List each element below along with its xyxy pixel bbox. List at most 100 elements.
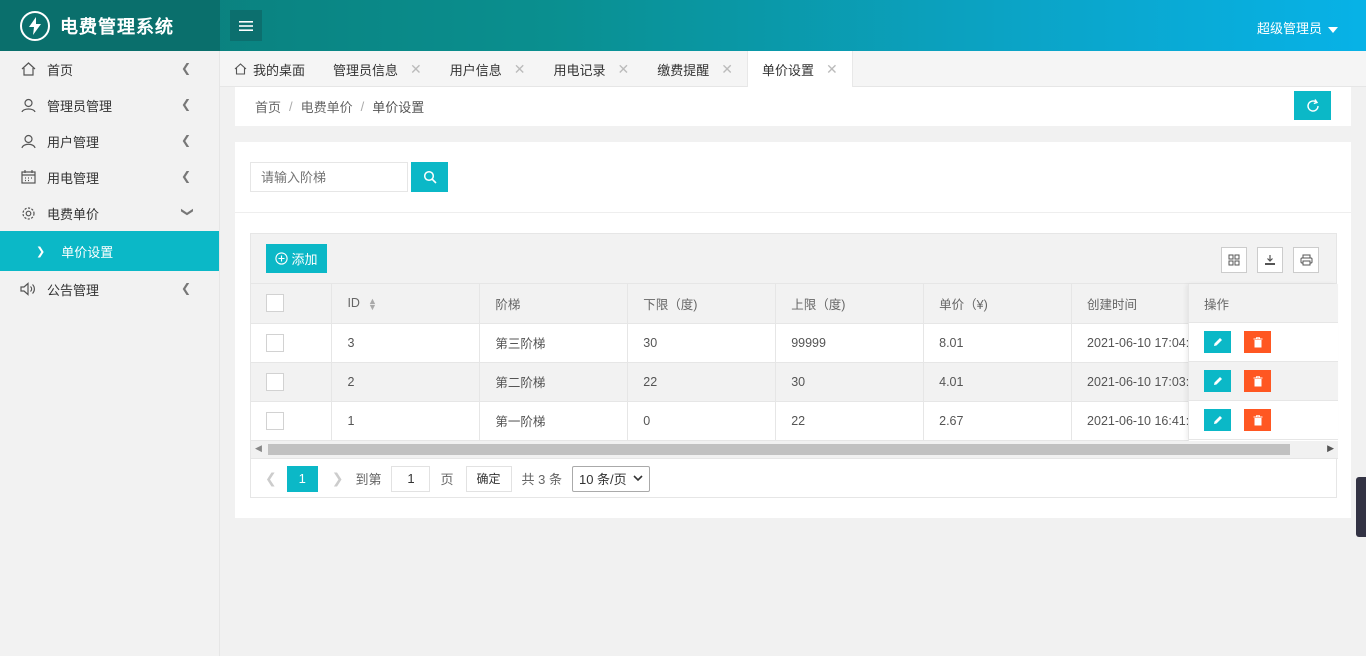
sidebar-subitem-price-settings[interactable]: ❯ 单价设置: [0, 231, 219, 271]
goto-page-input[interactable]: 1: [391, 465, 431, 492]
row-checkbox[interactable]: [266, 411, 284, 430]
breadcrumb-separator: /: [360, 99, 365, 114]
search-bar: [235, 142, 1351, 213]
cell-id: 2: [331, 362, 481, 402]
trash-icon: [1253, 414, 1262, 425]
tab-label: 用户信息: [449, 62, 502, 78]
sidebar-item-notice[interactable]: 公告管理 ❮: [0, 271, 219, 307]
scroll-left-icon[interactable]: ◀: [255, 443, 262, 454]
user-menu[interactable]: 超级管理员: [1257, 18, 1338, 37]
header-label: ID: [347, 296, 360, 311]
close-icon[interactable]: ✕: [410, 61, 422, 78]
page-size-select[interactable]: 10 条/页: [571, 465, 650, 492]
close-icon[interactable]: ✕: [618, 61, 630, 78]
horizontal-scrollbar[interactable]: ◀ ▶: [251, 441, 1338, 458]
sidebar-item-price[interactable]: 电费单价 ❮: [0, 195, 219, 231]
tab-label: 用电记录: [553, 62, 606, 78]
cell-price: 8.01: [923, 323, 1073, 363]
select-all-checkbox[interactable]: [266, 294, 284, 313]
side-widget[interactable]: [1356, 477, 1366, 537]
edit-button[interactable]: [1204, 331, 1231, 353]
chevron-right-icon: ❯: [36, 245, 46, 258]
actions-row: [1189, 401, 1338, 440]
edit-button[interactable]: [1204, 370, 1231, 392]
app-title: 电费管理系统: [60, 16, 174, 37]
tab-bar: 我的桌面 管理员信息 ✕ 用户信息 ✕ 用电记录 ✕ 缴费提醒 ✕ 单价设置 ✕: [220, 51, 1366, 88]
chevron-left-icon: ❮: [180, 281, 191, 295]
sidebar-item-home[interactable]: 首页 ❮: [0, 51, 219, 87]
prev-page-icon[interactable]: ❮: [265, 470, 277, 487]
close-icon[interactable]: ✕: [514, 61, 526, 78]
pencil-icon: [1213, 338, 1222, 346]
cell-id: 1: [331, 401, 481, 441]
add-circle-icon: [275, 252, 289, 265]
refresh-button[interactable]: [1294, 91, 1331, 120]
pagination: ❮ 1 ❯ 到第 1 页 确定 共 3 条 10 条/页: [251, 458, 1338, 498]
chevron-left-icon: ❮: [180, 97, 191, 111]
caret-down-icon: [1328, 26, 1338, 33]
sidebar-item-usage[interactable]: 用电管理 ❮: [0, 159, 219, 195]
header-checkbox-cell: [251, 284, 333, 324]
header-id[interactable]: ID ▲ ▼: [331, 284, 481, 324]
search-button[interactable]: [411, 162, 448, 192]
close-icon[interactable]: ✕: [721, 61, 733, 78]
trash-icon: [1253, 336, 1262, 347]
table-row: 1 第一阶梯 0 22 2.67 2021-06-10 16:41:3: [251, 401, 1338, 441]
cell-tier: 第一阶梯: [479, 401, 629, 441]
edit-button[interactable]: [1204, 409, 1231, 431]
cell-upper: 22: [775, 401, 925, 441]
export-button[interactable]: [1257, 247, 1283, 273]
tab-admin-info[interactable]: 管理员信息 ✕: [319, 51, 436, 87]
row-checkbox[interactable]: [266, 333, 284, 352]
columns-filter-button[interactable]: [1221, 247, 1247, 273]
table-grid: ID▲▼ 阶梯 下限（度) 上限（度) 单价（¥) 创建时间 3 第三阶梯: [251, 284, 1338, 441]
close-icon[interactable]: ✕: [826, 61, 838, 78]
menu-toggle-button[interactable]: [230, 10, 262, 41]
scroll-right-icon[interactable]: ▶: [1327, 443, 1334, 454]
cell-price: 4.01: [923, 362, 1073, 402]
delete-button[interactable]: [1244, 370, 1271, 392]
page-size-value: 10 条/页: [578, 472, 627, 487]
actions-row: [1189, 362, 1338, 401]
speaker-icon: [20, 281, 36, 297]
goto-confirm-button[interactable]: 确定: [465, 465, 512, 492]
breadcrumb-item[interactable]: 电费单价: [301, 97, 353, 116]
data-table: 添加 ID ▲ ▼ 阶梯 下限（度) 上限（度) 单价（¥) 创建时间 3 第三…: [250, 233, 1338, 498]
cell-upper: 30: [775, 362, 925, 402]
scrollbar-thumb[interactable]: [268, 444, 1290, 455]
delete-button[interactable]: [1244, 409, 1271, 431]
print-button[interactable]: [1293, 247, 1319, 273]
sidebar-item-users[interactable]: 用户管理 ❮: [0, 123, 219, 159]
sort-icon[interactable]: ▲ ▼: [368, 296, 377, 311]
add-button-label: 添加: [291, 252, 318, 267]
pencil-icon: [1213, 377, 1222, 385]
tab-label: 我的桌面: [253, 62, 306, 78]
row-checkbox[interactable]: [266, 372, 284, 391]
header-tier: 阶梯: [479, 284, 629, 324]
page-current[interactable]: 1: [286, 465, 318, 492]
header-lower: 下限（度): [627, 284, 777, 324]
sidebar-item-admin[interactable]: 管理员管理 ❮: [0, 87, 219, 123]
main-panel: 添加 ID ▲▼ 阶梯: [235, 142, 1351, 518]
actions-row: [1189, 323, 1338, 362]
breadcrumb-current: 单价设置: [372, 100, 425, 115]
tab-price-settings[interactable]: 单价设置 ✕: [747, 51, 853, 88]
search-input[interactable]: [250, 162, 408, 192]
tab-user-info[interactable]: 用户信息 ✕: [436, 51, 540, 87]
trash-icon: [1253, 375, 1262, 386]
next-page-icon[interactable]: ❯: [332, 470, 344, 487]
delete-button[interactable]: [1244, 331, 1271, 353]
search-icon: [423, 170, 437, 184]
add-button[interactable]: 添加: [266, 244, 327, 273]
sidebar-subitem-label: 单价设置: [61, 244, 114, 260]
total-count: 共 3 条: [521, 472, 562, 487]
chevron-down-icon: ❮: [178, 206, 193, 218]
tab-payment-reminder[interactable]: 缴费提醒 ✕: [643, 51, 747, 87]
tab-desktop[interactable]: 我的桌面: [220, 51, 319, 87]
tab-usage-records[interactable]: 用电记录 ✕: [540, 51, 644, 87]
calendar-icon: [20, 169, 36, 185]
tab-label: 管理员信息: [333, 62, 399, 78]
row-checkbox-cell: [251, 362, 333, 402]
cell-lower: 30: [627, 323, 777, 363]
breadcrumb-item[interactable]: 首页: [255, 97, 281, 116]
